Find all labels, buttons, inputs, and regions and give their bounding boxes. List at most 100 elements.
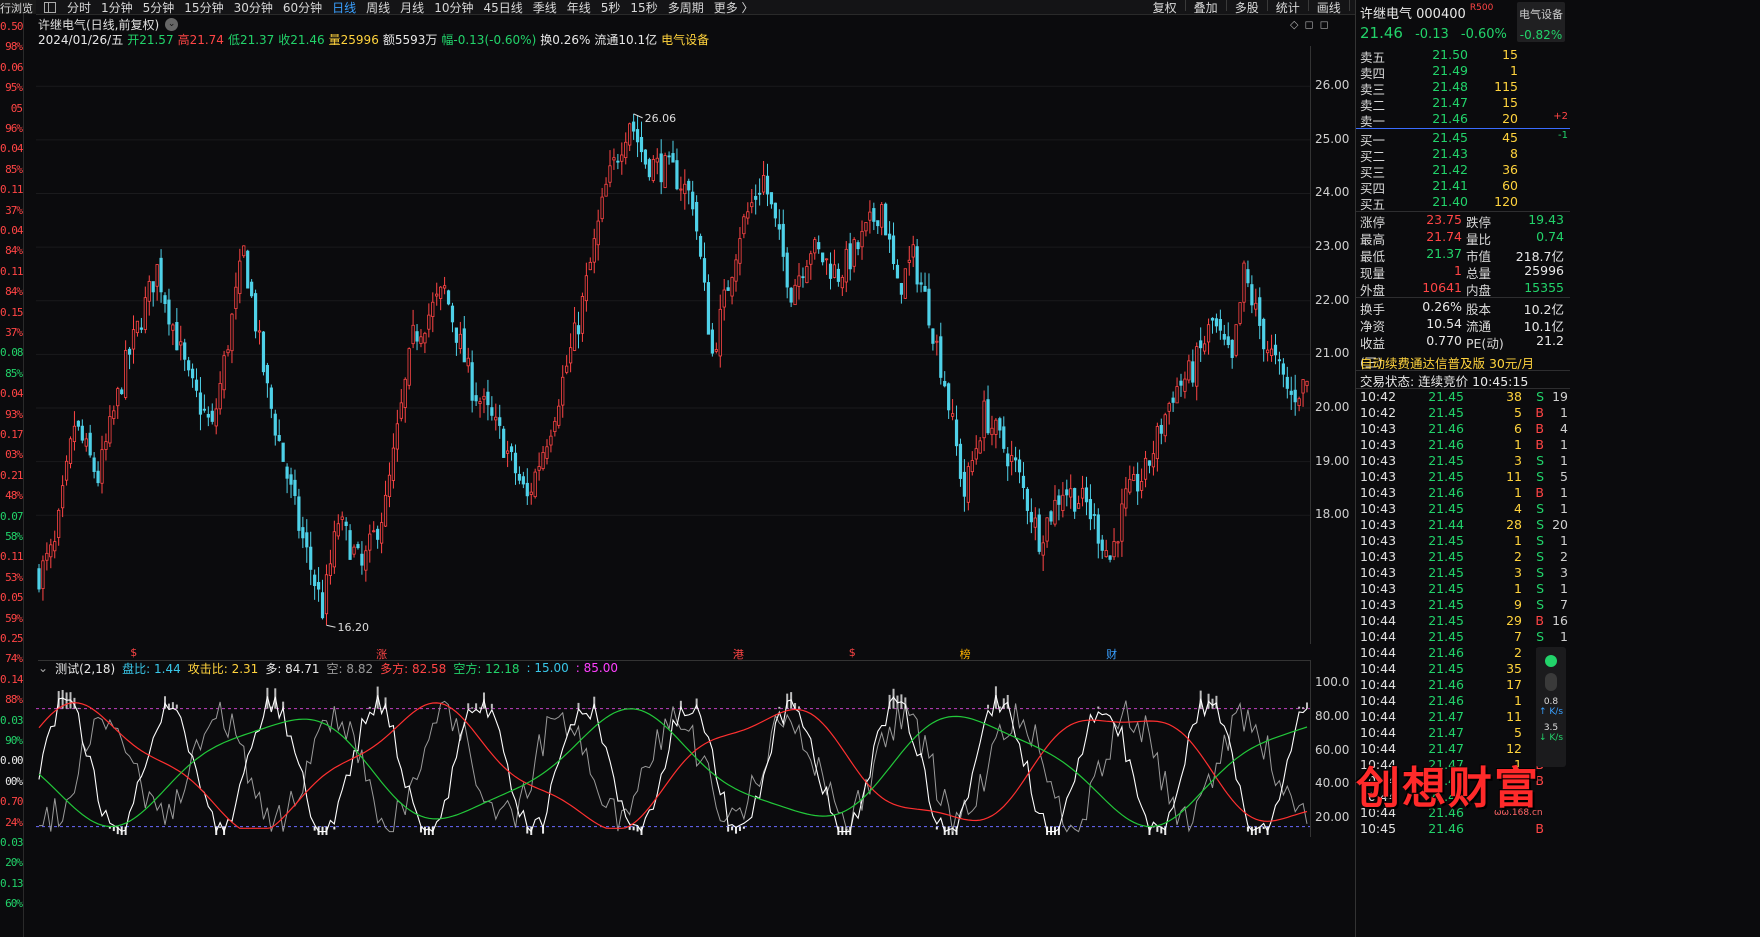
- tick-volume: 1: [1514, 533, 1522, 548]
- sell-level-row[interactable]: 卖三 21.48 115: [1356, 79, 1570, 97]
- period-tab-15[interactable]: 多周期: [663, 0, 709, 16]
- histogram-bar: [368, 706, 371, 709]
- candle-body: [80, 425, 84, 441]
- stat-row: 现量 1 总量 25996: [1356, 263, 1570, 281]
- period-tab-8[interactable]: 月线: [395, 0, 429, 16]
- period-tab-12[interactable]: 年线: [562, 0, 596, 16]
- candle-body: [187, 360, 191, 371]
- candle-body: [529, 491, 533, 495]
- toolbar-divider: [1184, 0, 1186, 11]
- tick-count: 7: [1560, 597, 1568, 612]
- toolbar-button-2[interactable]: 多股: [1230, 0, 1264, 16]
- left-scale-label: 05: [10, 101, 23, 115]
- buy-level-row[interactable]: 买二 21.43 8: [1356, 146, 1570, 164]
- period-tab-7[interactable]: 周线: [361, 0, 395, 16]
- candle-body: [1151, 453, 1156, 468]
- period-tab-5[interactable]: 60分钟: [278, 0, 327, 16]
- tick-row: 10:43 21.45 11 S 5: [1356, 469, 1570, 485]
- sector-badge[interactable]: 电气设备 -0.82%: [1517, 2, 1565, 42]
- candle-body: [635, 129, 640, 143]
- corner-icon[interactable]: ◇: [1290, 18, 1298, 31]
- candle-body: [1155, 426, 1159, 460]
- stat-key: 换手: [1360, 302, 1386, 317]
- histogram-bar: [1211, 698, 1214, 709]
- candle-body: [868, 211, 872, 221]
- buy-level-price: 21.41: [1432, 178, 1468, 193]
- sell-level-row[interactable]: 卖二 21.47 15: [1356, 95, 1570, 113]
- corner-icon[interactable]: ◻: [1320, 18, 1329, 31]
- candle-body: [253, 293, 258, 332]
- sell-level-row[interactable]: 卖五 21.50 15: [1356, 47, 1570, 65]
- candle-body: [167, 299, 171, 325]
- promo-link[interactable]: 自动续费通达信普及版 30元/月: [1360, 353, 1534, 372]
- candle-body: [293, 479, 297, 497]
- period-tab-3[interactable]: 15分钟: [179, 0, 228, 16]
- tick-count: 1: [1560, 453, 1568, 468]
- buy-level-row[interactable]: 买五 21.40 120: [1356, 194, 1570, 212]
- candle-body: [198, 392, 203, 415]
- browse-label[interactable]: 行浏览: [0, 0, 36, 14]
- buy-level-row[interactable]: 买四 21.41 60: [1356, 178, 1570, 196]
- buy-level-volume: 45: [1502, 130, 1518, 145]
- tick-side: S: [1536, 565, 1544, 580]
- toolbar-divider: [1348, 0, 1350, 11]
- stat-value: 218.7亿: [1515, 249, 1564, 264]
- stat-value: 25996: [1524, 263, 1564, 278]
- stat-value: 21.37: [1426, 246, 1462, 261]
- indicator-settings-icon[interactable]: ⌄: [38, 661, 48, 675]
- toolbar-button-1[interactable]: 叠加: [1189, 0, 1223, 16]
- candle-body: [1084, 487, 1089, 503]
- period-tab-0[interactable]: 分时: [62, 0, 96, 16]
- event-marker[interactable]: $: [849, 646, 856, 659]
- candle-body: [1037, 514, 1041, 552]
- toolbar-button-4[interactable]: 画线: [1312, 0, 1346, 16]
- candle-body: [986, 399, 990, 434]
- tick-time: 10:43: [1360, 501, 1397, 516]
- ohlc-field: 幅-0.13(-0.60%): [441, 32, 537, 47]
- tick-count: 1: [1560, 581, 1568, 596]
- candle-body: [1293, 389, 1297, 403]
- period-tab-14[interactable]: 15秒: [625, 0, 662, 16]
- candle-body: [738, 238, 742, 264]
- candle-body: [1305, 380, 1309, 386]
- candle-body: [1147, 460, 1152, 466]
- buy-level-price: 21.45: [1432, 130, 1468, 145]
- candle-body: [517, 473, 522, 481]
- candle-body: [620, 154, 624, 162]
- period-tab-4[interactable]: 30分钟: [229, 0, 278, 16]
- period-tab-11[interactable]: 季线: [528, 0, 562, 16]
- period-tab-16[interactable]: 更多 〉: [709, 0, 759, 16]
- speed-widget[interactable]: 0.8 ↑ K/s 3.5 ↓ K/s: [1536, 647, 1566, 767]
- tick-volume: 1: [1514, 581, 1522, 596]
- layout-toggle-icon[interactable]: [44, 1, 56, 13]
- candle-body: [242, 245, 246, 257]
- indicator-chart[interactable]: [36, 675, 1310, 835]
- candle-body: [127, 348, 132, 355]
- period-tab-10[interactable]: 45日线: [478, 0, 527, 16]
- candle-body: [970, 460, 974, 473]
- tick-volume: 4: [1514, 501, 1522, 516]
- period-tab-13[interactable]: 5秒: [596, 0, 626, 16]
- candle-body: [1088, 499, 1093, 520]
- tick-price: 21.46: [1428, 821, 1464, 836]
- period-tab-2[interactable]: 5分钟: [138, 0, 180, 16]
- chevron-down-icon[interactable]: ⌄: [165, 17, 179, 31]
- sell-level-row[interactable]: 卖四 21.49 1: [1356, 63, 1570, 81]
- toolbar-button-3[interactable]: 统计: [1271, 0, 1305, 16]
- period-tab-1[interactable]: 1分钟: [96, 0, 138, 16]
- buy-level-row[interactable]: 买一 21.45 45 -1: [1356, 130, 1570, 148]
- tick-time: 10:43: [1360, 597, 1397, 612]
- candlestick-chart[interactable]: 26.06 16.20: [36, 46, 1310, 644]
- toolbar-button-0[interactable]: 复权: [1148, 0, 1182, 16]
- sell-level-row[interactable]: 卖一 21.46 20 +2: [1356, 111, 1570, 129]
- stat-value: 0.74: [1536, 229, 1564, 244]
- buy-level-row[interactable]: 买三 21.42 36: [1356, 162, 1570, 180]
- candle-body: [84, 438, 88, 447]
- corner-icon[interactable]: ◻: [1304, 18, 1313, 31]
- ohlc-field: 开21.57: [127, 32, 174, 47]
- candle-body: [565, 365, 569, 373]
- period-tab-9[interactable]: 10分钟: [429, 0, 478, 16]
- event-marker[interactable]: $: [130, 646, 137, 659]
- period-tab-6[interactable]: 日线: [327, 0, 361, 16]
- candle-body: [797, 275, 801, 287]
